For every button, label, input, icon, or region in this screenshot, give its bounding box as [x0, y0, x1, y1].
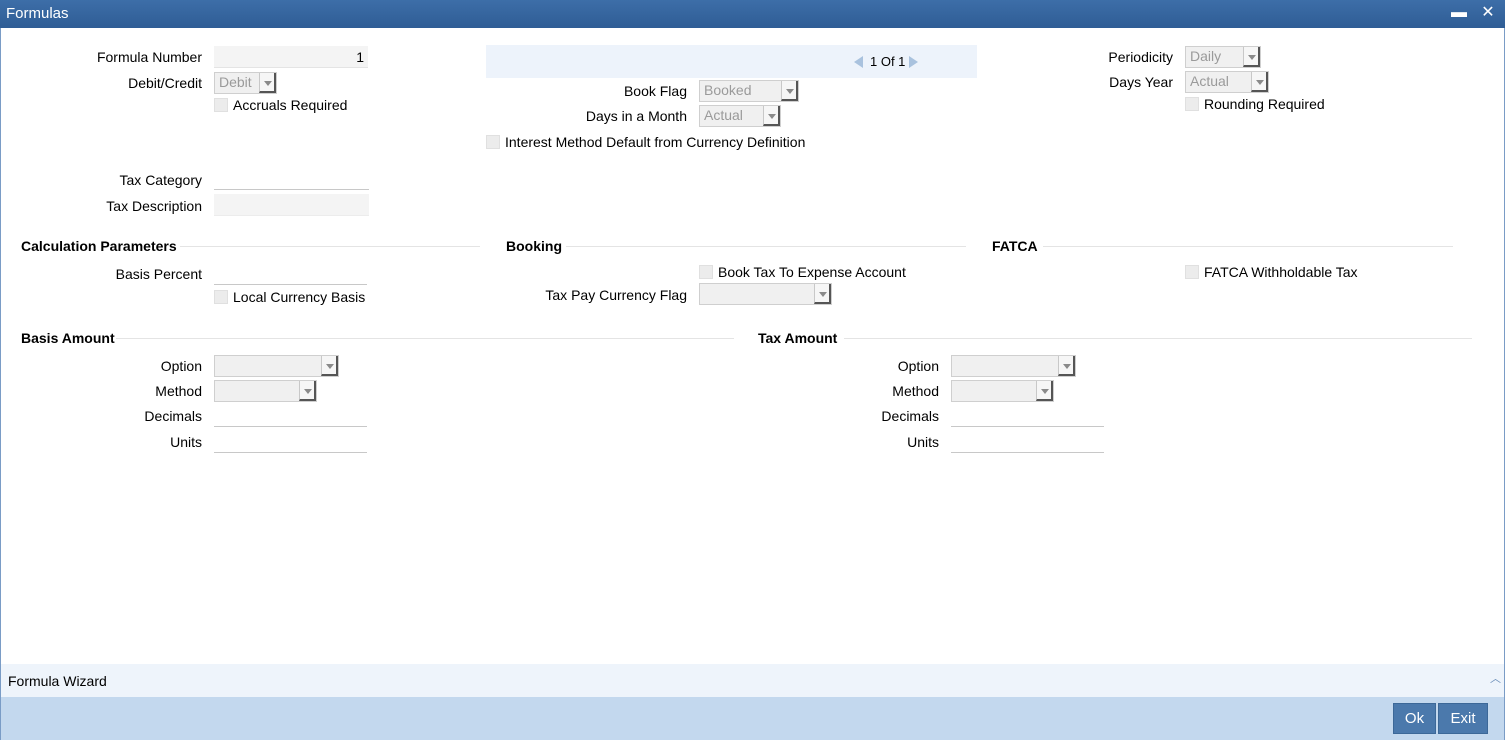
periodicity-value: Daily	[1190, 48, 1222, 64]
minimize-icon[interactable]: ▬	[1449, 3, 1469, 23]
calculation-parameters-heading: Calculation Parameters	[21, 238, 177, 254]
book-flag-select[interactable]: Booked	[699, 80, 799, 102]
record-pager: 1 Of 1	[486, 45, 977, 78]
booking-heading: Booking	[506, 238, 562, 254]
basis-percent-label: Basis Percent	[115, 266, 202, 282]
days-year-label: Days Year	[1109, 74, 1173, 90]
basis-units-input[interactable]	[214, 431, 367, 453]
tax-amount-heading: Tax Amount	[758, 330, 838, 346]
chevron-down-icon	[814, 284, 831, 304]
chevron-down-icon	[781, 81, 798, 101]
title-bar: Formulas ▬ ✕	[0, 0, 1505, 28]
rounding-required-checkbox[interactable]	[1185, 97, 1199, 111]
fatca-withholdable-checkbox[interactable]	[1185, 265, 1199, 279]
days-year-select[interactable]: Actual	[1185, 71, 1269, 93]
section-divider	[1043, 246, 1453, 247]
ok-button[interactable]: Ok	[1393, 703, 1436, 734]
previous-record-icon[interactable]	[854, 56, 863, 68]
tax-option-label: Option	[897, 358, 939, 374]
debit-credit-select[interactable]: Debit	[214, 72, 277, 94]
debit-credit-label: Debit/Credit	[128, 75, 202, 91]
days-year-value: Actual	[1190, 73, 1229, 89]
basis-decimals-label: Decimals	[144, 408, 202, 424]
tax-decimals-input[interactable]	[951, 405, 1104, 427]
book-tax-expense-label: Book Tax To Expense Account	[718, 264, 906, 280]
tax-description-field	[214, 194, 369, 216]
tax-units-label: Units	[907, 434, 939, 450]
section-divider	[566, 246, 966, 247]
fatca-withholdable-label: FATCA Withholdable Tax	[1204, 264, 1358, 280]
chevron-down-icon	[321, 356, 338, 376]
local-currency-basis-label: Local Currency Basis	[233, 289, 366, 305]
basis-decimals-input[interactable]	[214, 405, 367, 427]
exit-button[interactable]: Exit	[1438, 703, 1488, 734]
chevron-down-icon	[259, 73, 276, 93]
tax-option-select[interactable]	[951, 355, 1076, 377]
tax-method-label: Method	[892, 383, 939, 399]
section-divider	[180, 246, 480, 247]
debit-credit-value: Debit	[219, 74, 252, 90]
formula-wizard-bar: Formula Wizard ︿	[1, 664, 1504, 697]
interest-method-default-label: Interest Method Default from Currency De…	[505, 134, 806, 150]
formula-number-field: 1	[214, 46, 368, 68]
basis-amount-heading: Basis Amount	[21, 330, 115, 346]
close-icon[interactable]: ✕	[1478, 3, 1498, 23]
local-currency-basis-checkbox[interactable]	[214, 290, 228, 304]
tax-category-label: Tax Category	[119, 172, 202, 188]
tax-pay-currency-select[interactable]	[699, 283, 832, 305]
accruals-required-checkbox[interactable]	[214, 98, 228, 112]
next-record-icon[interactable]	[909, 56, 918, 68]
tax-description-label: Tax Description	[106, 198, 202, 214]
book-flag-label: Book Flag	[623, 83, 687, 99]
days-in-month-label: Days in a Month	[585, 108, 687, 124]
accruals-required-label: Accruals Required	[233, 97, 348, 113]
interest-method-default-checkbox[interactable]	[486, 135, 500, 149]
tax-decimals-label: Decimals	[881, 408, 939, 424]
basis-method-select[interactable]	[214, 380, 317, 402]
rounding-required-label: Rounding Required	[1204, 96, 1325, 112]
chevron-down-icon	[1036, 381, 1053, 401]
chevron-down-icon	[1058, 356, 1075, 376]
basis-option-label: Option	[160, 358, 202, 374]
formula-wizard-link[interactable]: Formula Wizard	[8, 673, 107, 689]
tax-category-input[interactable]	[214, 168, 369, 190]
formula-number-label: Formula Number	[96, 49, 202, 65]
section-divider	[116, 338, 734, 339]
periodicity-label: Periodicity	[1108, 49, 1173, 65]
collapse-chevron-icon[interactable]: ︿	[1490, 670, 1501, 686]
basis-percent-input[interactable]	[214, 263, 367, 285]
chevron-down-icon	[1243, 47, 1260, 67]
basis-method-label: Method	[155, 383, 202, 399]
fatca-heading: FATCA	[992, 238, 1038, 254]
basis-option-select[interactable]	[214, 355, 339, 377]
window-title: Formulas	[6, 5, 69, 22]
section-divider	[844, 338, 1472, 339]
action-bar: Ok Exit	[1, 697, 1504, 740]
chevron-down-icon	[1251, 72, 1268, 92]
basis-units-label: Units	[170, 434, 202, 450]
days-in-month-value: Actual	[704, 107, 743, 123]
book-flag-value: Booked	[704, 82, 752, 98]
pager-text: 1 Of 1	[870, 54, 906, 69]
tax-method-select[interactable]	[951, 380, 1054, 402]
tax-pay-currency-label: Tax Pay Currency Flag	[545, 287, 687, 303]
tax-units-input[interactable]	[951, 431, 1104, 453]
days-in-month-select[interactable]: Actual	[699, 105, 781, 127]
book-tax-expense-checkbox[interactable]	[699, 265, 713, 279]
periodicity-select[interactable]: Daily	[1185, 46, 1261, 68]
chevron-down-icon	[763, 106, 780, 126]
chevron-down-icon	[299, 381, 316, 401]
